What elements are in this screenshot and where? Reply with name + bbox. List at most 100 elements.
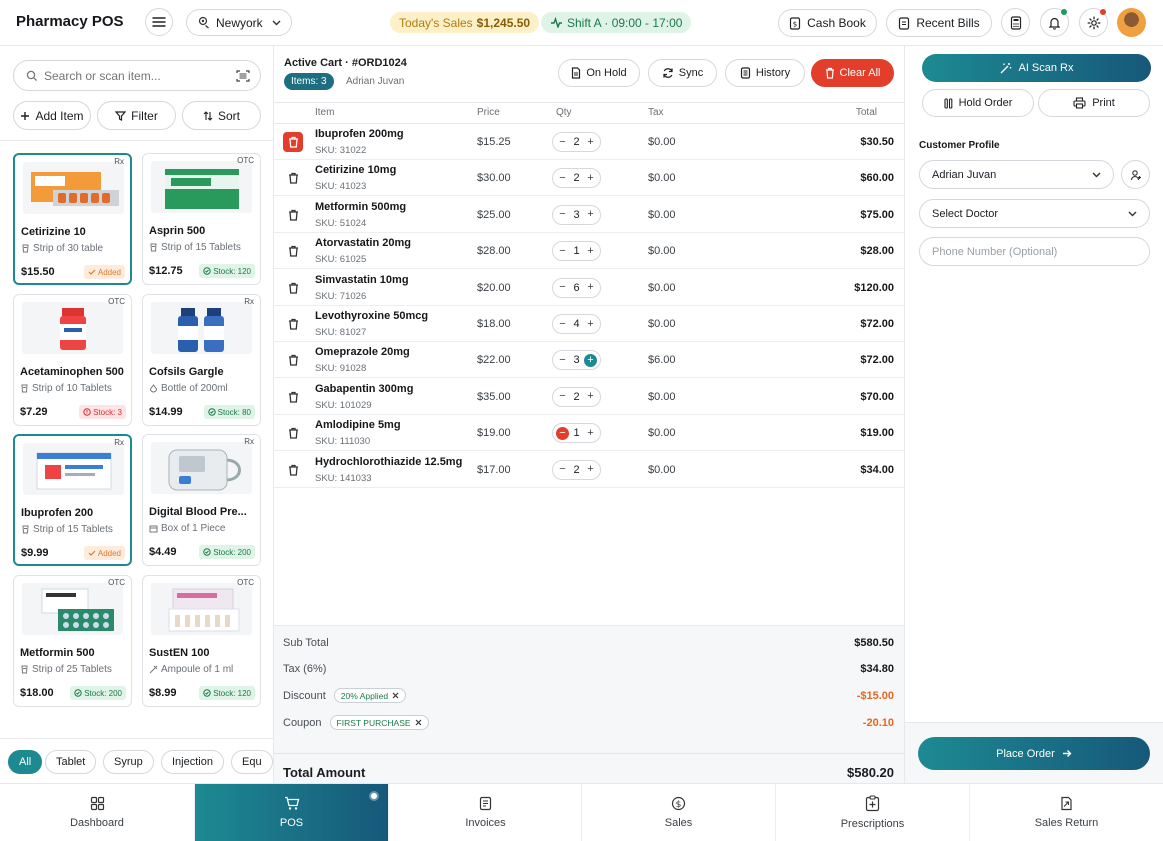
- history-button[interactable]: History: [725, 59, 805, 87]
- remove-item-button[interactable]: [283, 205, 303, 225]
- increment-button[interactable]: +: [584, 318, 597, 331]
- product-price: $8.99: [149, 687, 177, 699]
- nav-invoices[interactable]: Invoices: [388, 784, 582, 841]
- decrement-button[interactable]: −: [556, 390, 569, 403]
- remove-discount-icon[interactable]: [392, 692, 399, 699]
- sync-button[interactable]: Sync: [648, 59, 717, 87]
- decrement-button[interactable]: −: [556, 245, 569, 258]
- location-selector[interactable]: Newyork: [186, 9, 292, 36]
- product-card[interactable]: OTC Acetaminophen 500 Strip of 10 Tablets $…: [13, 294, 132, 426]
- col-qty: Qty: [556, 107, 572, 118]
- nav-pos[interactable]: POS: [194, 784, 388, 841]
- decrement-button[interactable]: −: [556, 463, 569, 476]
- remove-item-button[interactable]: [283, 460, 303, 480]
- decrement-button[interactable]: −: [556, 208, 569, 221]
- increment-button[interactable]: +: [584, 463, 597, 476]
- product-pack-label: Strip of 15 Tablets: [33, 524, 113, 535]
- remove-item-button[interactable]: [283, 168, 303, 188]
- product-card[interactable]: OTC Asprin 500 Strip of 15 Tablets $12.75 St…: [142, 153, 261, 285]
- increment-button[interactable]: +: [584, 353, 597, 367]
- increment-button[interactable]: +: [584, 208, 597, 221]
- decrement-button[interactable]: −: [556, 172, 569, 185]
- print-button[interactable]: Print: [1038, 89, 1150, 117]
- user-avatar[interactable]: [1117, 8, 1146, 37]
- barcode-scan-icon[interactable]: [236, 69, 250, 82]
- add-customer-button[interactable]: [1121, 160, 1150, 189]
- product-image: [23, 443, 124, 495]
- nav-sales[interactable]: $ Sales: [581, 784, 775, 841]
- product-card[interactable]: OTC Metformin 500 Strip of 25 Tablets $18.0…: [13, 575, 132, 707]
- coupon-tag: FIRST PURCHASE: [329, 715, 429, 730]
- remove-item-button[interactable]: [283, 241, 303, 261]
- remove-item-button[interactable]: [283, 132, 303, 152]
- quantity-value: 1: [573, 427, 580, 440]
- product-card[interactable]: OTC SustEN 100 Ampoule of 1 ml $8.99 Stock: …: [142, 575, 261, 707]
- phone-number-field[interactable]: Phone Number (Optional): [919, 237, 1150, 266]
- place-order-bar: Place Order: [905, 722, 1163, 783]
- remove-item-button[interactable]: [283, 278, 303, 298]
- trash-icon: [288, 282, 299, 294]
- chevron-down-icon: [1092, 172, 1101, 178]
- hold-order-button[interactable]: Hold Order: [922, 89, 1034, 117]
- category-chip-tablet[interactable]: Tablet: [45, 750, 97, 774]
- category-chip-syrup[interactable]: Syrup: [103, 750, 154, 774]
- decrement-button[interactable]: −: [556, 318, 569, 331]
- decrement-button[interactable]: −: [556, 426, 569, 440]
- remove-item-button[interactable]: [283, 423, 303, 443]
- search-bar[interactable]: [13, 60, 261, 91]
- search-input[interactable]: [44, 68, 230, 83]
- discount-value: -$15.00: [856, 690, 894, 702]
- calculator-button[interactable]: [1001, 8, 1030, 37]
- ai-scan-rx-button[interactable]: AI Scan Rx: [922, 54, 1151, 82]
- nav-prescriptions[interactable]: Prescriptions: [775, 784, 969, 841]
- cash-book-button[interactable]: $ Cash Book: [778, 9, 877, 37]
- notifications-button[interactable]: [1040, 8, 1069, 37]
- increment-button[interactable]: +: [584, 390, 597, 403]
- cart-item-tax: $0.00: [648, 318, 676, 330]
- return-doc-icon: [1060, 796, 1073, 811]
- product-card[interactable]: Rx Cetirizine 10 Strip of 30 table $15.50 Ad…: [13, 153, 132, 285]
- remove-item-button[interactable]: [283, 314, 303, 334]
- product-type-tag: OTC: [237, 156, 254, 165]
- place-order-button[interactable]: Place Order: [918, 737, 1150, 770]
- cart-item-total: $72.00: [860, 318, 894, 330]
- nav-dashboard[interactable]: Dashboard: [0, 784, 194, 841]
- settings-button[interactable]: [1079, 8, 1108, 37]
- on-hold-button[interactable]: On Hold: [558, 59, 640, 87]
- remove-item-button[interactable]: [283, 350, 303, 370]
- package-icon: [20, 384, 29, 393]
- decrement-button[interactable]: −: [556, 281, 569, 294]
- remove-item-button[interactable]: [283, 387, 303, 407]
- product-name: Cofsils Gargle: [149, 366, 224, 378]
- increment-button[interactable]: +: [584, 172, 597, 185]
- remove-coupon-icon[interactable]: [415, 719, 422, 726]
- clear-all-button[interactable]: Clear All: [811, 59, 894, 87]
- category-chip-equipment[interactable]: Equ: [231, 750, 273, 774]
- add-item-button[interactable]: Add Item: [13, 101, 91, 130]
- product-card[interactable]: Rx Digital Blood Pre... Box of 1 Piece $4.4…: [142, 434, 261, 566]
- product-card[interactable]: Rx Cofsils Gargle Bottle of 200ml $14.99 Sto…: [142, 294, 261, 426]
- hamburger-icon: [152, 16, 166, 28]
- increment-button[interactable]: +: [584, 281, 597, 294]
- doctor-select[interactable]: Select Doctor: [919, 199, 1150, 228]
- decrement-button[interactable]: −: [556, 354, 569, 367]
- increment-button[interactable]: +: [584, 136, 597, 149]
- product-card[interactable]: Rx Ibuprofen 200 Strip of 15 Tablets $9.99 A…: [13, 434, 132, 566]
- product-price: $15.50: [21, 266, 55, 278]
- customer-select[interactable]: Adrian Juvan: [919, 160, 1114, 189]
- badge-label: Stock: 120: [213, 266, 251, 276]
- filter-button[interactable]: Filter: [97, 101, 176, 130]
- search-icon: [26, 70, 38, 82]
- recent-bills-button[interactable]: Recent Bills: [886, 9, 992, 37]
- sort-button[interactable]: Sort: [182, 101, 261, 130]
- quantity-stepper: −1 +: [552, 241, 601, 262]
- nav-sales-return[interactable]: Sales Return: [969, 784, 1163, 841]
- increment-button[interactable]: +: [584, 245, 597, 258]
- increment-button[interactable]: +: [584, 427, 597, 440]
- decrement-button[interactable]: −: [556, 136, 569, 149]
- category-chip-all[interactable]: All: [8, 750, 43, 774]
- filter-icon: [115, 110, 127, 121]
- category-chip-injection[interactable]: Injection: [161, 750, 224, 774]
- total-label: Total Amount: [283, 765, 366, 780]
- menu-button[interactable]: [145, 8, 173, 36]
